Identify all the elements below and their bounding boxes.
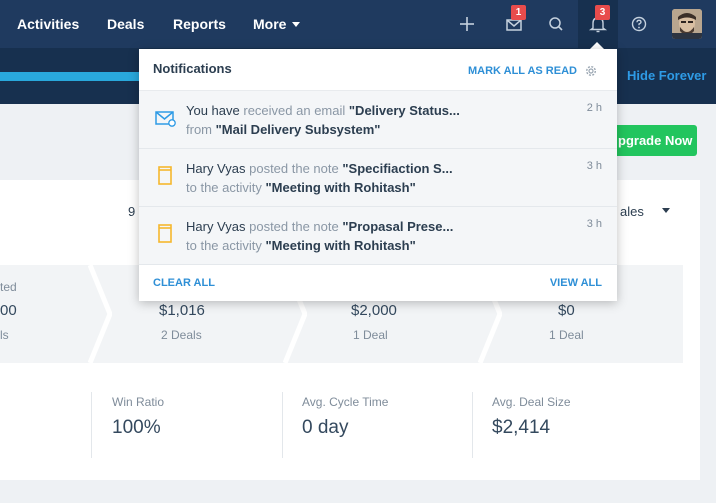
chevron-down-icon (292, 22, 301, 27)
stage-count: 1 Deal (353, 328, 388, 342)
notification-target[interactable]: "Mail Delivery Subsystem" (216, 122, 381, 137)
stage-count: 2 Deals (161, 328, 202, 342)
hide-forever-link[interactable]: Hide Forever (627, 68, 706, 83)
mail-badge: 1 (511, 5, 526, 20)
notification-object[interactable]: "Propasal Prese... (342, 219, 453, 234)
win-ratio-label: Win Ratio (112, 395, 165, 409)
avg-deal-size-value: $2,414 (492, 417, 551, 438)
notifications-footer: CLEAR ALL VIEW ALL (139, 266, 617, 301)
clear-all-button[interactable]: CLEAR ALL (153, 277, 215, 289)
notification-connector: to the activity (186, 238, 262, 253)
chevron-down-icon[interactable] (662, 208, 670, 213)
notification-object[interactable]: "Specifiaction S... (342, 161, 452, 176)
stage-amount: 00 (0, 302, 17, 319)
stage-amount: $2,000 (351, 302, 397, 319)
notification-action: received an email (243, 103, 346, 118)
nav-more-label: More (253, 16, 287, 32)
notification-actor: You have (186, 103, 240, 118)
notification-line-2: from "Mail Delivery Subsystem" (186, 122, 380, 137)
metric-divider (282, 392, 283, 458)
avg-cycle-time-label: Avg. Cycle Time (302, 395, 389, 409)
upgrade-now-button[interactable]: pgrade Now (612, 125, 697, 156)
help-icon[interactable] (628, 14, 650, 34)
notification-target[interactable]: "Meeting with Rohitash" (266, 180, 416, 195)
notification-item[interactable]: Hary Vyas posted the note "Specifiaction… (139, 149, 617, 207)
note-icon (158, 166, 172, 185)
avg-cycle-time-value: 0 day (302, 417, 349, 438)
notification-line-1: Hary Vyas posted the note "Specifiaction… (186, 161, 453, 176)
stage-amount: $0 (558, 302, 575, 319)
notifications-button[interactable]: 3 (578, 0, 618, 48)
notification-time: 3 h (586, 160, 602, 172)
onboarding-progress-bar (0, 72, 140, 81)
plus-icon[interactable] (456, 14, 478, 34)
nav-more[interactable]: More (253, 16, 301, 32)
avatar-image (672, 9, 702, 39)
notification-object[interactable]: "Delivery Status... (349, 103, 460, 118)
gear-icon[interactable] (584, 64, 598, 78)
notifications-badge: 3 (595, 5, 610, 20)
notification-action: posted the note (249, 161, 339, 176)
notifications-dropdown: Notifications MARK ALL AS READ You have … (139, 49, 617, 301)
notification-item[interactable]: Hary Vyas posted the note "Propasal Pres… (139, 207, 617, 265)
top-navigation-bar: Activities Deals Reports More 1 3 (0, 0, 716, 48)
notification-actor: Hary Vyas (186, 161, 246, 176)
notifications-header: Notifications MARK ALL AS READ (139, 49, 617, 91)
notification-line-1: You have received an email "Delivery Sta… (186, 103, 460, 118)
pipeline-filter-label[interactable]: ales (620, 204, 644, 219)
mark-all-as-read-button[interactable]: MARK ALL AS READ (468, 65, 577, 77)
nav-activities[interactable]: Activities (17, 16, 79, 32)
notification-actor: Hary Vyas (186, 219, 246, 234)
stage-label: ted (0, 280, 17, 294)
notification-line-1: Hary Vyas posted the note "Propasal Pres… (186, 219, 453, 234)
notification-target[interactable]: "Meeting with Rohitash" (266, 238, 416, 253)
dropdown-caret (590, 42, 604, 49)
upgrade-label: pgrade Now (618, 133, 693, 148)
notification-connector: from (186, 122, 212, 137)
avg-deal-size-label: Avg. Deal Size (492, 395, 571, 409)
stage-amount: $1,016 (159, 302, 205, 319)
notification-action: posted the note (249, 219, 339, 234)
stage-count: ls (0, 328, 9, 342)
win-ratio-value: 100% (112, 417, 161, 438)
stage-count: 1 Deal (549, 328, 584, 342)
nav-reports[interactable]: Reports (173, 16, 226, 32)
funnel-chevron-divider (88, 265, 112, 363)
notification-item[interactable]: You have received an email "Delivery Sta… (139, 91, 617, 149)
note-icon (158, 224, 172, 243)
notification-line-2: to the activity "Meeting with Rohitash" (186, 180, 416, 195)
date-range-fragment: 9 (128, 204, 136, 219)
user-avatar[interactable] (672, 9, 702, 39)
nav-deals[interactable]: Deals (107, 16, 144, 32)
view-all-button[interactable]: VIEW ALL (550, 277, 602, 289)
notifications-title: Notifications (153, 61, 232, 76)
notification-line-2: to the activity "Meeting with Rohitash" (186, 238, 416, 253)
metric-divider (91, 392, 92, 458)
notification-time: 3 h (586, 218, 602, 230)
notification-time: 2 h (586, 102, 602, 114)
mail-icon (155, 111, 176, 127)
search-icon[interactable] (545, 14, 567, 34)
metric-divider (472, 392, 473, 458)
notification-connector: to the activity (186, 180, 262, 195)
